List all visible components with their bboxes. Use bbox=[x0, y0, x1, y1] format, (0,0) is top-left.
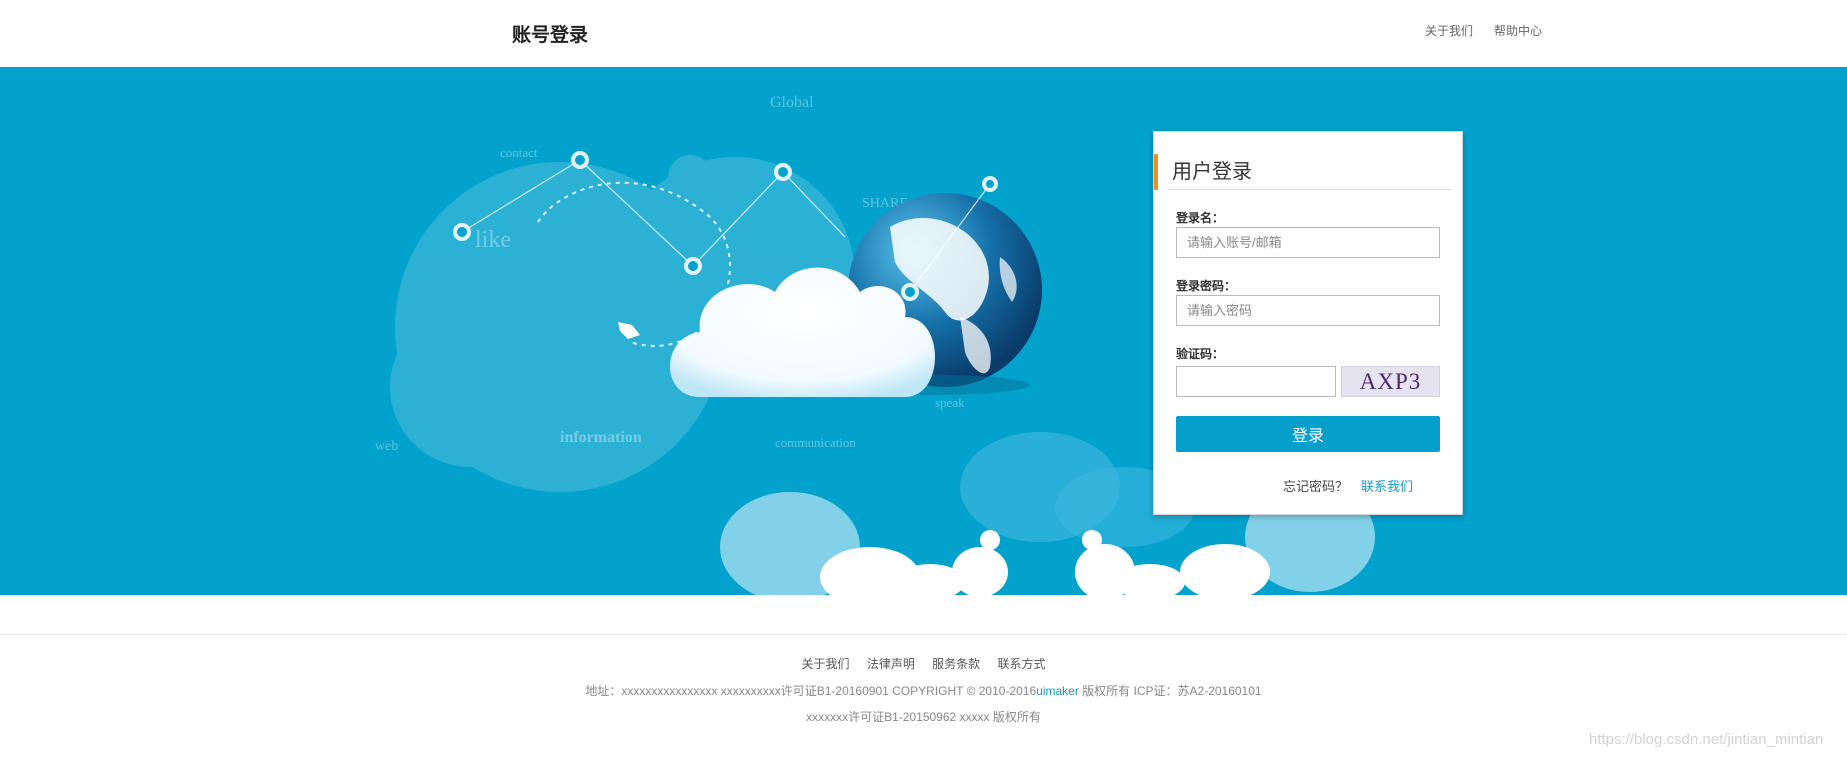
watermark: https://blog.csdn.net/jintian_mintian bbox=[1589, 731, 1824, 748]
password-input[interactable] bbox=[1176, 295, 1440, 326]
hero-banner: Global contact like SHARE web informatio… bbox=[0, 67, 1847, 595]
illustration-word: speak bbox=[935, 395, 965, 410]
footer-license-line: xxxxxxx许可证B1-20150962 xxxxx 版权所有 bbox=[806, 710, 1041, 724]
footer-icp-text: 版权所有 ICP证：苏A2-20160101 bbox=[1078, 684, 1262, 698]
contact-us-link[interactable]: 联系我们 bbox=[1361, 476, 1413, 495]
illustration-word: Global bbox=[770, 94, 814, 111]
footer-link-terms[interactable]: 服务条款 bbox=[932, 657, 980, 671]
panel-divider bbox=[1168, 189, 1452, 190]
username-input[interactable] bbox=[1176, 227, 1440, 258]
footer-address-text: 地址：xxxxxxxxxxxxxxxx xxxxxxxxxx许可证B1-2016… bbox=[585, 684, 1037, 698]
username-label: 登录名： bbox=[1176, 211, 1225, 225]
network-node bbox=[684, 257, 702, 275]
nav-about-link[interactable]: 关于我们 bbox=[1425, 22, 1473, 39]
forgot-password-link[interactable]: 忘记密码？ bbox=[1283, 476, 1348, 495]
captcha-label: 验证码： bbox=[1176, 347, 1225, 361]
cloud-network-illustration: Global contact like SHARE web informatio… bbox=[375, 94, 1375, 595]
footer-links: 关于我们 法律声明 服务条款 联系方式 bbox=[0, 655, 1847, 672]
top-header: 账号登录 关于我们 帮助中心 bbox=[0, 0, 1847, 67]
page-title: 账号登录 bbox=[512, 25, 589, 46]
network-node bbox=[774, 163, 792, 181]
password-label: 登录密码： bbox=[1176, 279, 1237, 293]
footer-link-contact[interactable]: 联系方式 bbox=[998, 657, 1046, 671]
illustration-word: contact bbox=[500, 145, 538, 160]
footer-link-about[interactable]: 关于我们 bbox=[801, 657, 849, 671]
footer-brand-link[interactable]: uimaker bbox=[1036, 684, 1079, 698]
illustration-word: communication bbox=[775, 435, 856, 450]
network-node bbox=[901, 283, 919, 301]
login-panel-title: 用户登录 bbox=[1154, 154, 1452, 190]
footer-copyright-line: 地址：xxxxxxxxxxxxxxxx xxxxxxxxxx许可证B1-2016… bbox=[0, 682, 1847, 699]
illustration-word: web bbox=[375, 439, 398, 454]
network-node bbox=[453, 223, 471, 241]
illustration-word: like bbox=[475, 227, 511, 253]
captcha-input[interactable] bbox=[1176, 366, 1336, 397]
illustration-word: information bbox=[560, 429, 642, 446]
footer-divider bbox=[0, 634, 1847, 635]
network-node bbox=[571, 151, 589, 169]
login-panel: 用户登录 登录名： 登录密码： 验证码： AXP3 登录 忘记密码？ 联系我们 bbox=[1153, 131, 1463, 515]
captcha-image[interactable]: AXP3 bbox=[1341, 366, 1440, 397]
nav-help-link[interactable]: 帮助中心 bbox=[1494, 22, 1542, 39]
login-button[interactable]: 登录 bbox=[1176, 416, 1440, 452]
network-node bbox=[982, 176, 998, 192]
footer-link-legal[interactable]: 法律声明 bbox=[867, 657, 915, 671]
